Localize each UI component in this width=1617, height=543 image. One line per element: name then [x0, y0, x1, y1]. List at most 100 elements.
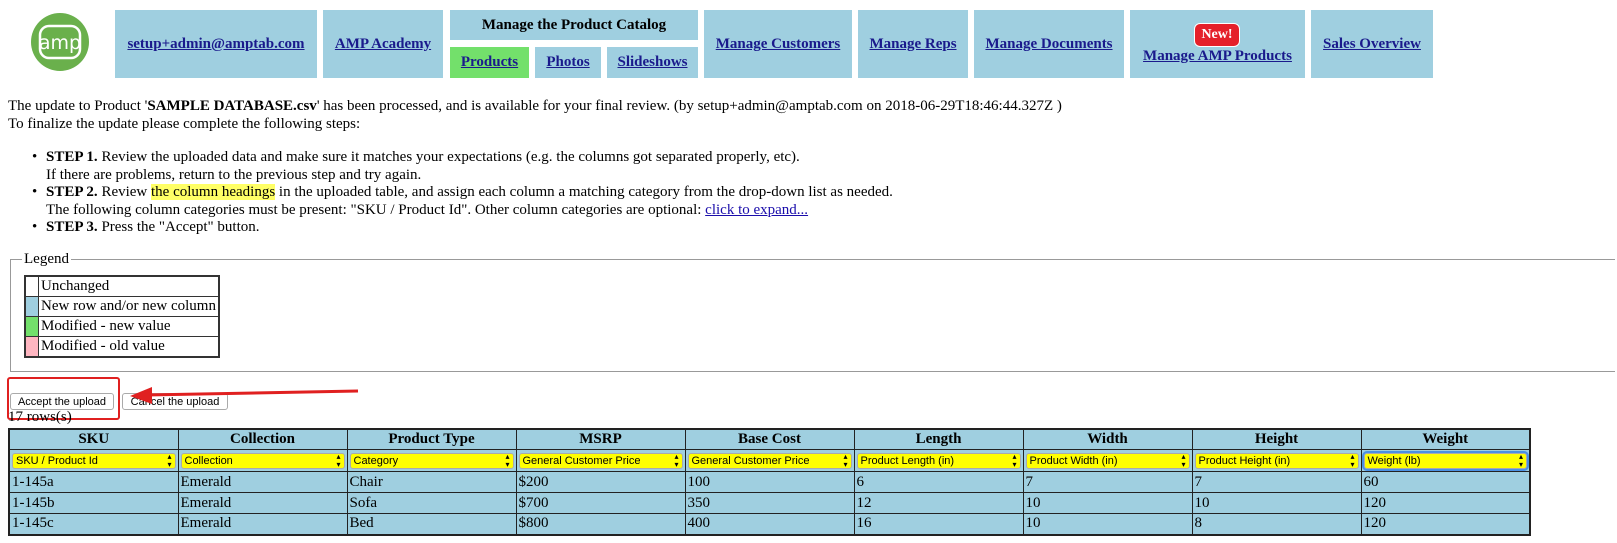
- legend-table: Unchanged New row and/or new column Modi…: [24, 275, 220, 358]
- table-cell: 400: [684, 513, 855, 535]
- nav-documents: Manage Documents: [974, 10, 1124, 78]
- legend-title: Legend: [22, 251, 71, 268]
- category-select[interactable]: Product Height (in) ▴ ▾: [1194, 451, 1359, 469]
- step-2-pre: Review: [97, 184, 152, 200]
- legend-swatch: [24, 316, 39, 337]
- category-select-value: Collection: [184, 454, 233, 467]
- step-1: STEP 1. Review the uploaded data and mak…: [32, 149, 893, 184]
- sales-overview-link[interactable]: Sales Overview: [1323, 36, 1421, 53]
- amp-academy-link[interactable]: AMP Academy: [335, 36, 431, 53]
- table-cell: 16: [853, 513, 1024, 535]
- category-cell: Weight (lb) ▴ ▾: [1360, 449, 1531, 472]
- amp-logo[interactable]: amp: [31, 13, 89, 71]
- photos-link[interactable]: Photos: [546, 54, 589, 71]
- legend-fieldset: [10, 259, 1615, 372]
- new-badge: New!: [1194, 23, 1240, 47]
- category-select[interactable]: Collection ▴ ▾: [180, 451, 345, 469]
- table-cell: $800: [515, 513, 686, 535]
- catalog-title: Manage the Product Catalog: [450, 10, 698, 40]
- tab-photos[interactable]: Photos: [535, 47, 601, 78]
- category-select[interactable]: General Customer Price ▴ ▾: [687, 452, 852, 469]
- legend-swatch: [24, 336, 39, 358]
- select-arrows-icon: ▴ ▾: [505, 451, 510, 469]
- column-header: MSRP: [515, 428, 686, 450]
- nav-sales: Sales Overview: [1311, 10, 1433, 78]
- expand-categories-link[interactable]: click to expand...: [705, 202, 808, 218]
- legend-label: Unchanged: [37, 275, 220, 297]
- category-select[interactable]: Category ▴ ▾: [349, 451, 514, 469]
- category-select-value: Product Length (in): [860, 454, 955, 467]
- category-cell: SKU / Product Id ▴ ▾: [8, 449, 179, 472]
- table-row: 1-145b Emerald Sofa $700 350 12 10 10 12…: [8, 492, 1531, 514]
- select-arrows-icon: ▴ ▾: [336, 451, 341, 469]
- intro-line2: To finalize the update please complete t…: [8, 116, 361, 132]
- header-row: SKU Collection Product Type MSRP Base Co…: [8, 428, 1531, 450]
- table-cell: 10: [1191, 492, 1362, 514]
- category-select[interactable]: SKU / Product Id ▴ ▾: [12, 451, 176, 469]
- legend-label: New row and/or new column: [37, 296, 220, 317]
- manage-documents-link[interactable]: Manage Documents: [985, 36, 1112, 53]
- category-cell: Product Width (in) ▴ ▾: [1022, 449, 1193, 472]
- manage-reps-link[interactable]: Manage Reps: [869, 36, 956, 53]
- select-arrows-icon: ▴ ▾: [1350, 451, 1355, 469]
- step-3: STEP 3. Press the "Accept" button.: [32, 219, 893, 237]
- select-arrows-icon: ▴ ▾: [674, 451, 679, 469]
- legend-label: Modified - new value: [37, 316, 220, 337]
- select-arrows-icon: ▴ ▾: [167, 451, 172, 469]
- category-select[interactable]: Product Length (in) ▴ ▾: [856, 451, 1021, 469]
- category-select-row: SKU / Product Id ▴ ▾ Collection ▴ ▾ Category…: [8, 449, 1531, 472]
- category-select[interactable]: Product Width (in) ▴ ▾: [1025, 452, 1190, 469]
- category-select-value: Category: [353, 454, 399, 467]
- category-select-value: General Customer Price: [691, 454, 810, 467]
- table-cell: 6: [853, 471, 1024, 493]
- select-arrows-icon: ▴ ▾: [1012, 451, 1017, 469]
- category-select-value: Weight (lb): [1367, 454, 1421, 467]
- tab-slideshows[interactable]: Slideshows: [607, 47, 698, 78]
- intro-prefix: The update to Product ': [8, 98, 148, 114]
- column-header: Collection: [177, 428, 348, 450]
- nav-catalog-group: Manage the Product Catalog Products Phot…: [450, 10, 698, 78]
- step-2: STEP 2. Review the column headings in th…: [32, 184, 893, 219]
- table-cell: Sofa: [346, 492, 517, 514]
- table-cell: 1-145a: [8, 471, 179, 493]
- table-cell: 7: [1022, 471, 1193, 493]
- category-select-value: Product Height (in): [1198, 454, 1291, 467]
- table-cell: $200: [515, 471, 686, 493]
- table-cell: 120: [1360, 492, 1531, 514]
- column-header: Weight: [1360, 428, 1531, 450]
- legend-row: Unchanged: [24, 275, 220, 297]
- column-header: Length: [853, 428, 1024, 450]
- category-cell: General Customer Price ▴ ▾: [515, 449, 686, 472]
- select-arrows-icon: ▴ ▾: [1518, 451, 1523, 469]
- table-cell: 1-145b: [8, 492, 179, 514]
- table-cell: 350: [684, 492, 855, 514]
- nav-academy: AMP Academy: [323, 10, 443, 78]
- step-2-post: in the uploaded table, and assign each c…: [275, 184, 893, 200]
- slideshows-link[interactable]: Slideshows: [617, 54, 687, 71]
- category-select[interactable]: Weight (lb) ▴ ▾: [1361, 450, 1529, 471]
- products-link[interactable]: Products: [461, 54, 518, 71]
- category-select-value: Product Width (in): [1029, 454, 1118, 467]
- annotation-arrow-icon: [130, 387, 359, 404]
- user-account-link[interactable]: setup+admin@amptab.com: [127, 36, 304, 53]
- table-cell: Emerald: [177, 492, 348, 514]
- table-cell: 12: [853, 492, 1024, 514]
- category-select-value: General Customer Price: [522, 454, 641, 467]
- category-cell: Collection ▴ ▾: [177, 449, 348, 472]
- category-cell: Product Length (in) ▴ ▾: [853, 449, 1024, 472]
- category-select[interactable]: General Customer Price ▴ ▾: [518, 451, 683, 469]
- manage-amp-products-link[interactable]: Manage AMP Products: [1143, 48, 1292, 65]
- data-table: SKU Collection Product Type MSRP Base Co…: [8, 428, 1531, 536]
- legend-row: New row and/or new column: [24, 296, 220, 317]
- table-cell: Chair: [346, 471, 517, 493]
- category-cell: Category ▴ ▾: [346, 449, 517, 472]
- manage-customers-link[interactable]: Manage Customers: [716, 36, 841, 53]
- tab-products[interactable]: Products: [450, 47, 529, 78]
- nav-reps: Manage Reps: [858, 10, 968, 78]
- column-header: Height: [1191, 428, 1362, 450]
- legend-swatch: [24, 296, 39, 317]
- step-2-label: STEP 2.: [46, 184, 98, 200]
- intro-suffix: ' has been processed, and is available f…: [316, 98, 1062, 114]
- column-header: SKU: [8, 428, 179, 450]
- table-cell: 120: [1360, 513, 1531, 535]
